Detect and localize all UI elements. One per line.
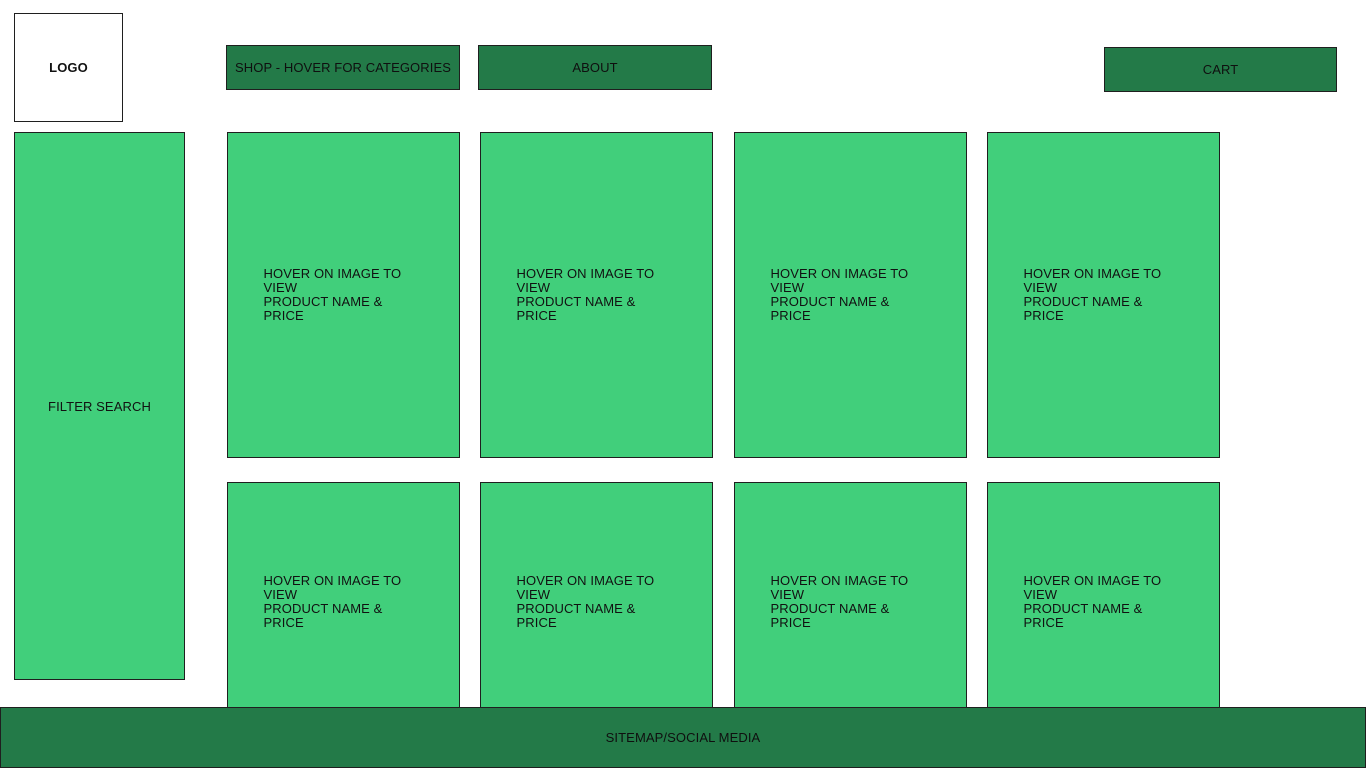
product-card-text: HOVER ON IMAGE TO VIEW PRODUCT NAME & PR… [517, 574, 677, 630]
about-nav-label: ABOUT [572, 60, 618, 75]
product-card-line2: PRODUCT NAME & PRICE [770, 601, 890, 630]
product-card[interactable]: HOVER ON IMAGE TO VIEW PRODUCT NAME & PR… [734, 132, 967, 458]
product-card-text: HOVER ON IMAGE TO VIEW PRODUCT NAME & PR… [1024, 267, 1184, 323]
product-card-text: HOVER ON IMAGE TO VIEW PRODUCT NAME & PR… [1024, 574, 1184, 630]
product-card-text: HOVER ON IMAGE TO VIEW PRODUCT NAME & PR… [771, 267, 931, 323]
product-card-line2: PRODUCT NAME & PRICE [516, 294, 636, 323]
product-card-line2: PRODUCT NAME & PRICE [770, 294, 890, 323]
product-card-line1: HOVER ON IMAGE TO VIEW [263, 266, 402, 295]
shop-nav-button[interactable]: SHOP - HOVER FOR CATEGORIES [226, 45, 460, 90]
cart-label: CART [1202, 62, 1239, 77]
product-card[interactable]: HOVER ON IMAGE TO VIEW PRODUCT NAME & PR… [480, 132, 713, 458]
cart-button[interactable]: CART [1104, 47, 1337, 92]
product-card-text: HOVER ON IMAGE TO VIEW PRODUCT NAME & PR… [517, 267, 677, 323]
product-card-line2: PRODUCT NAME & PRICE [1023, 601, 1143, 630]
product-card-line1: HOVER ON IMAGE TO VIEW [770, 266, 909, 295]
product-card-line1: HOVER ON IMAGE TO VIEW [516, 573, 655, 602]
product-card[interactable]: HOVER ON IMAGE TO VIEW PRODUCT NAME & PR… [480, 482, 713, 722]
filter-search-label: FILTER SEARCH [48, 398, 151, 414]
product-card[interactable]: HOVER ON IMAGE TO VIEW PRODUCT NAME & PR… [227, 482, 460, 722]
product-card-line1: HOVER ON IMAGE TO VIEW [1023, 266, 1162, 295]
product-card-line1: HOVER ON IMAGE TO VIEW [1023, 573, 1162, 602]
product-card[interactable]: HOVER ON IMAGE TO VIEW PRODUCT NAME & PR… [987, 482, 1220, 722]
logo[interactable]: LOGO [14, 13, 123, 122]
product-card-line2: PRODUCT NAME & PRICE [263, 601, 383, 630]
product-card-line2: PRODUCT NAME & PRICE [1023, 294, 1143, 323]
logo-text: LOGO [49, 60, 88, 75]
product-card[interactable]: HOVER ON IMAGE TO VIEW PRODUCT NAME & PR… [734, 482, 967, 722]
shop-nav-label: SHOP - HOVER FOR CATEGORIES [234, 60, 452, 75]
product-card-line2: PRODUCT NAME & PRICE [516, 601, 636, 630]
footer-text: SITEMAP/SOCIAL MEDIA [605, 730, 761, 745]
footer[interactable]: SITEMAP/SOCIAL MEDIA [0, 707, 1366, 768]
about-nav-button[interactable]: ABOUT [478, 45, 712, 90]
product-card-line1: HOVER ON IMAGE TO VIEW [770, 573, 909, 602]
product-card-text: HOVER ON IMAGE TO VIEW PRODUCT NAME & PR… [771, 574, 931, 630]
product-card-line1: HOVER ON IMAGE TO VIEW [263, 573, 402, 602]
product-card-line2: PRODUCT NAME & PRICE [263, 294, 383, 323]
filter-search-panel[interactable]: FILTER SEARCH [14, 132, 185, 680]
product-card-line1: HOVER ON IMAGE TO VIEW [516, 266, 655, 295]
product-card-text: HOVER ON IMAGE TO VIEW PRODUCT NAME & PR… [264, 267, 424, 323]
product-card-text: HOVER ON IMAGE TO VIEW PRODUCT NAME & PR… [264, 574, 424, 630]
product-card[interactable]: HOVER ON IMAGE TO VIEW PRODUCT NAME & PR… [227, 132, 460, 458]
product-card[interactable]: HOVER ON IMAGE TO VIEW PRODUCT NAME & PR… [987, 132, 1220, 458]
